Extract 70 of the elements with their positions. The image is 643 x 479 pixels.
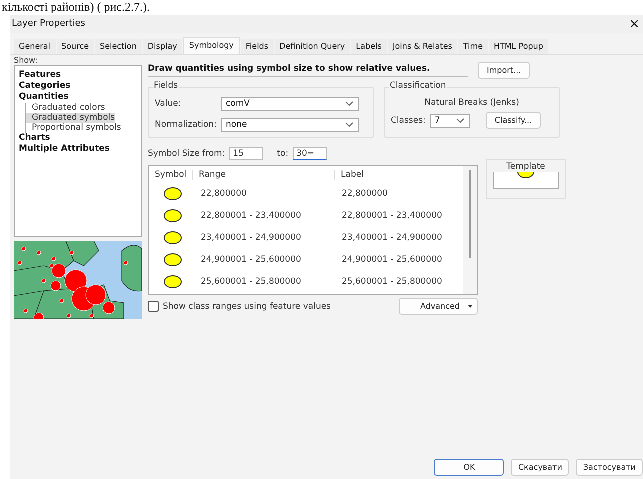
window-title: Layer Properties (12, 19, 86, 29)
list-item[interactable]: Quantities (19, 92, 137, 103)
table-cell-text: 25,600001 - 25,800000 (200, 277, 302, 287)
circle-symbol-icon (163, 209, 183, 223)
table-cell-text: 24,900001 - 25,600000 (200, 255, 302, 265)
chevron-icon (345, 101, 354, 107)
field-label: Classes: (391, 116, 426, 126)
table-cell-text: 25,600001 - 25,800000 (341, 277, 444, 287)
tab[interactable]: HTML Popup (488, 39, 548, 54)
document-text: кількості районів) ( рис.2.7.). (1, 0, 150, 15)
tab[interactable]: Definition Query (274, 39, 350, 54)
import-button[interactable]: Import... (478, 62, 530, 79)
table-cell-text: 22,800000 (200, 189, 248, 199)
column-header: Range (193, 170, 335, 180)
tab[interactable]: Fields (240, 39, 274, 54)
field-label: Symbol Size from: (148, 148, 226, 158)
show-label: Show: (14, 56, 39, 65)
chevron-icon (345, 122, 354, 128)
tab[interactable]: Time (458, 39, 488, 54)
list-item[interactable]: Features (19, 70, 137, 81)
table-cell-text: 22,800000 (341, 189, 389, 199)
value-dropdown[interactable]: comV (221, 97, 359, 111)
tab[interactable]: Labels (351, 39, 387, 54)
circle-symbol-icon (163, 253, 183, 267)
tab[interactable]: Selection (95, 39, 142, 54)
list-item[interactable]: Multiple Attributes (19, 144, 137, 155)
group-title: Fields (153, 81, 180, 91)
dialog-button[interactable]: Скасувати (511, 459, 570, 476)
input-field[interactable]: 15 (229, 147, 264, 160)
close-button[interactable]: × (629, 16, 640, 32)
table-cell-text: 22,800001 - 23,400000 (200, 211, 302, 221)
tab[interactable]: Joins & Relates (388, 39, 458, 54)
field-label: Normalization: (155, 120, 217, 130)
column-header: Symbol (149, 170, 193, 180)
scrollbar[interactable] (463, 166, 477, 294)
advanced-button[interactable]: Advanced (399, 298, 478, 315)
classes-dropdown[interactable]: 7 (430, 114, 470, 128)
template-button[interactable] (493, 172, 559, 189)
column-header: Label (340, 170, 365, 180)
normalization-dropdown[interactable]: none (221, 118, 359, 132)
circle-symbol-icon (163, 275, 183, 289)
table-cell-text: 23,400001 - 24,900000 (200, 233, 302, 243)
table-cell-text: 22,800001 - 23,400000 (341, 211, 444, 221)
tab[interactable]: Symbology (183, 37, 240, 54)
tab[interactable]: Source (56, 39, 94, 54)
input-field[interactable]: 30= (292, 147, 327, 160)
table-cell-text: 23,400001 - 24,900000 (341, 233, 444, 243)
circle-symbol-icon (163, 187, 183, 201)
list-subitem[interactable]: Graduated symbols (26, 113, 116, 123)
list-item[interactable]: Charts (19, 133, 137, 144)
checkbox-label: Show class ranges using feature values (163, 302, 331, 312)
list-subitem[interactable]: Proportional symbols (26, 123, 122, 133)
caret-icon (468, 305, 473, 308)
tab[interactable]: General (14, 39, 56, 54)
checkbox[interactable] (148, 301, 159, 312)
chevron-icon (456, 118, 465, 124)
classify-button[interactable]: Classify... (486, 112, 542, 129)
tab[interactable]: Display (142, 39, 182, 54)
field-label: to: (277, 148, 289, 158)
method-text: Natural Breaks (Jenks) (424, 98, 520, 108)
dialog-button[interactable]: OK (434, 459, 504, 476)
circle-symbol-icon (163, 231, 183, 245)
group-title: Template (506, 162, 546, 172)
table-cell-text: 24,900001 - 25,600000 (341, 255, 444, 265)
dialog-button[interactable]: Застосувати (576, 459, 643, 476)
list-subitem[interactable]: Graduated colors (26, 103, 106, 113)
list-item[interactable]: Categories (19, 81, 137, 92)
field-label: Value: (155, 99, 182, 109)
group-title: Classification (389, 81, 448, 91)
description-text: Draw quantities using symbol size to show relative values. (148, 64, 468, 77)
